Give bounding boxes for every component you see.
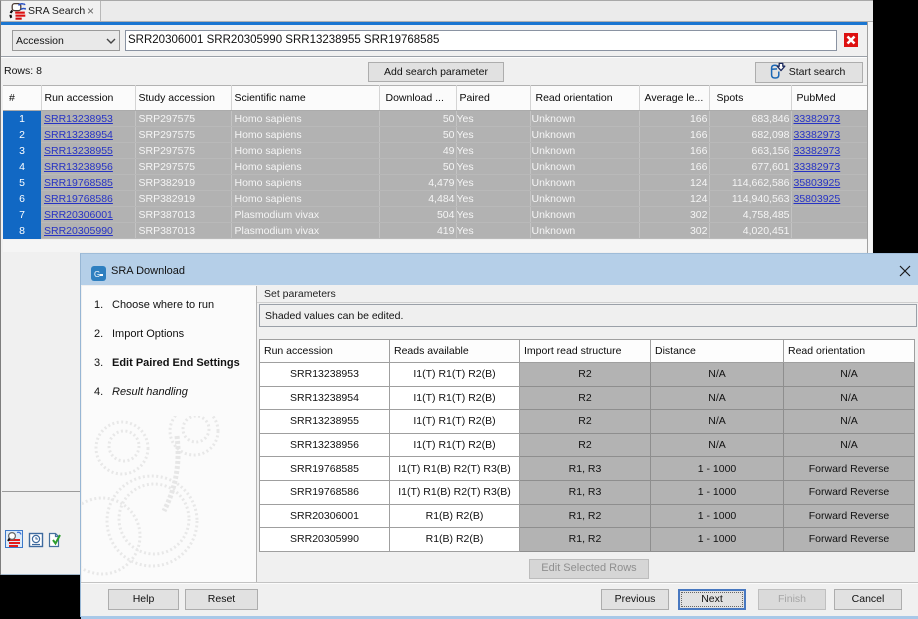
svg-text:G: G: [94, 270, 100, 279]
